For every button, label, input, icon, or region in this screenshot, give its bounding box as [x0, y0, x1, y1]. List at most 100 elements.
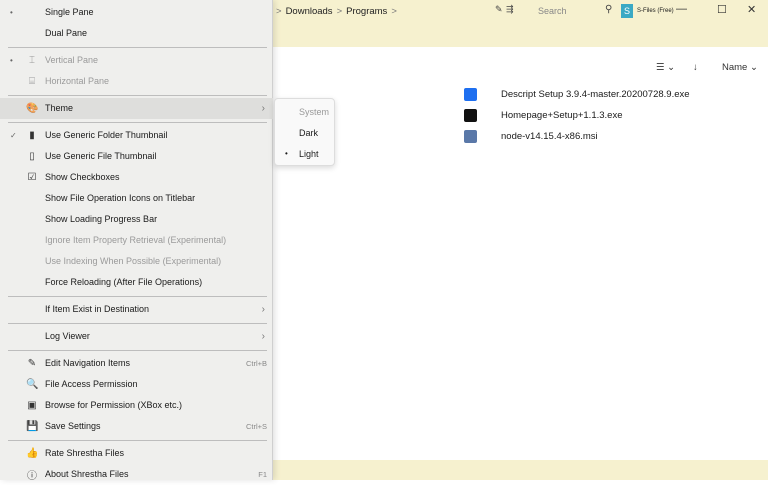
shortcut-label: Ctrl+S — [245, 421, 267, 431]
menu-item-use-indexing-when-possible-experimental[interactable]: Use Indexing When Possible (Experimental… — [0, 251, 273, 272]
breadcrumb-separator: > — [276, 6, 282, 17]
selected-dot-icon: • — [10, 55, 13, 65]
breadcrumb-separator: > — [336, 6, 343, 17]
menu-item-icon: ▣ — [27, 399, 37, 411]
search-icon[interactable]: ⚲ — [605, 4, 612, 15]
menu-item-label: Force Reloading (After File Operations) — [45, 277, 203, 287]
sort-direction-button[interactable]: ↓ — [693, 62, 698, 73]
shortcut-label: F1 — [258, 469, 267, 479]
maximize-button[interactable]: ☐ — [717, 3, 727, 16]
minimize-button[interactable]: — — [676, 3, 687, 15]
menu-item-edit-navigation-items[interactable]: ✎ Edit Navigation Items Ctrl+B — [0, 353, 273, 374]
menu-item-label: Horizontal Pane — [45, 76, 110, 86]
file-row[interactable]: Homepage+Setup+1.1.3.exe — [464, 109, 622, 122]
menu-item-label: Vertical Pane — [45, 55, 99, 65]
menu-separator — [8, 121, 267, 123]
menu-item-label: Use Indexing When Possible (Experimental… — [45, 256, 222, 266]
menu-item-vertical-pane[interactable]: • ⌶ Vertical Pane — [0, 50, 273, 71]
menu-item-icon: ⌶ — [29, 54, 35, 66]
edit-icon[interactable]: ✎ — [495, 4, 503, 15]
menu-item-horizontal-pane[interactable]: ⌸ Horizontal Pane — [0, 71, 273, 92]
menu-item-icon: ✎ — [27, 357, 37, 369]
menu-item-icon: ⓘ — [27, 470, 37, 482]
menu-item-ignore-item-property-retrieval-experimental[interactable]: Ignore Item Property Retrieval (Experime… — [0, 230, 273, 251]
theme-option-dark[interactable]: Dark — [275, 122, 336, 143]
menu-separator — [8, 322, 267, 324]
rename-icon[interactable]: ⇶ — [506, 4, 514, 15]
menu-separator — [8, 46, 267, 48]
menu-item-icon: ⌸ — [29, 75, 35, 87]
menu-item-label: Use Generic File Thumbnail — [45, 151, 157, 161]
file-row[interactable]: node-v14.15.4-x86.msi — [464, 130, 598, 143]
theme-option-label: Dark — [299, 127, 319, 138]
file-icon — [464, 109, 477, 122]
settings-menu: • Single Pane Dual Pane • ⌶ Vertical Pane ⌸ Hor… — [0, 0, 273, 482]
menu-item-theme[interactable]: 🎨 Theme › — [0, 97, 273, 119]
chevron-right-icon: › — [261, 330, 265, 342]
shortcut-label: Ctrl+B — [245, 358, 267, 368]
menu-item-force-reloading-after-file-operations[interactable]: Force Reloading (After File Operations) — [0, 272, 273, 293]
menu-item-if-item-exist-in-destination[interactable]: If Item Exist in Destination › — [0, 299, 273, 320]
menu-item-dual-pane[interactable]: Dual Pane — [0, 23, 273, 44]
theme-option-label: Light — [299, 148, 319, 159]
menu-item-label: Browse for Permission (XBox etc.) — [45, 400, 183, 410]
menu-item-rate-shrestha-files[interactable]: 👍 Rate Shrestha Files — [0, 443, 273, 464]
menu-item-single-pane[interactable]: • Single Pane — [0, 2, 273, 23]
menu-item-log-viewer[interactable]: Log Viewer › — [0, 326, 273, 347]
menu-item-label: Theme — [45, 103, 74, 113]
breadcrumb-separator: > — [391, 6, 397, 17]
menu-item-label: Edit Navigation Items — [45, 358, 131, 368]
menu-item-icon: 🔍 — [26, 378, 39, 390]
file-icon — [464, 130, 477, 143]
sort-label: Name — [722, 62, 748, 73]
menu-item-label: Show Checkboxes — [45, 172, 120, 182]
menu-item-label: Show Loading Progress Bar — [45, 214, 158, 224]
app-badge: S S-Files (Free) — [621, 4, 674, 18]
selected-dot-icon: • — [285, 149, 288, 158]
chevron-right-icon: › — [261, 303, 265, 315]
menu-item-file-access-permission[interactable]: 🔍 File Access Permission — [0, 374, 273, 395]
menu-separator — [8, 349, 267, 351]
sort-by-button[interactable]: Name ⌄ — [722, 62, 758, 73]
theme-option-system[interactable]: System — [275, 101, 336, 122]
checkmark-icon: ✓ — [10, 130, 17, 140]
menu-item-label: Log Viewer — [45, 331, 90, 341]
menu-item-label: Show File Operation Icons on Titlebar — [45, 193, 196, 203]
theme-option-label: System — [299, 106, 330, 117]
search-input[interactable]: Search — [538, 6, 567, 16]
menu-item-icon: 👍 — [26, 447, 39, 459]
file-name: node-v14.15.4-x86.msi — [501, 131, 598, 142]
breadcrumb-downloads[interactable]: Downloads — [286, 6, 333, 17]
menu-item-label: About Shrestha Files — [45, 469, 129, 479]
menu-item-show-loading-progress-bar[interactable]: Show Loading Progress Bar — [0, 209, 273, 230]
menu-item-label: Use Generic Folder Thumbnail — [45, 130, 168, 140]
menu-separator — [8, 439, 267, 441]
menu-item-label: Rate Shrestha Files — [45, 448, 125, 458]
menu-item-icon: ☑ — [27, 171, 37, 183]
app-name: S-Files (Free) — [637, 8, 674, 14]
menu-item-use-generic-folder-thumbnail[interactable]: ✓ ▮ Use Generic Folder Thumbnail — [0, 125, 273, 146]
menu-item-label: File Access Permission — [45, 379, 138, 389]
chevron-right-icon: › — [261, 102, 265, 114]
selected-dot-icon: • — [10, 7, 13, 17]
menu-item-icon: 💾 — [26, 420, 39, 432]
menu-item-show-checkboxes[interactable]: ☑ Show Checkboxes — [0, 167, 273, 188]
view-mode-button[interactable]: ☰ ⌄ — [656, 62, 675, 73]
menu-item-save-settings[interactable]: 💾 Save Settings Ctrl+S — [0, 416, 273, 437]
menu-item-browse-for-permission-xbox-etc[interactable]: ▣ Browse for Permission (XBox etc.) — [0, 395, 273, 416]
close-button[interactable]: ✕ — [747, 3, 756, 16]
menu-item-label: Single Pane — [45, 7, 94, 17]
app-logo-icon: S — [621, 4, 633, 18]
theme-submenu: System Dark • Light — [274, 98, 335, 166]
menu-item-label: Dual Pane — [45, 28, 88, 38]
menu-item-icon: ▯ — [29, 150, 35, 162]
menu-item-icon: 🎨 — [26, 102, 39, 114]
theme-option-light[interactable]: • Light — [275, 143, 336, 164]
menu-item-icon: ▮ — [29, 129, 35, 141]
menu-item-about-shrestha-files[interactable]: ⓘ About Shrestha Files F1 — [0, 464, 273, 485]
menu-item-use-generic-file-thumbnail[interactable]: ▯ Use Generic File Thumbnail — [0, 146, 273, 167]
menu-item-show-file-operation-icons-on-titlebar[interactable]: Show File Operation Icons on Titlebar — [0, 188, 273, 209]
file-row[interactable]: Descript Setup 3.9.4-master.20200728.9.e… — [464, 88, 690, 101]
menu-item-label: Ignore Item Property Retrieval (Experime… — [45, 235, 227, 245]
breadcrumb-programs[interactable]: Programs — [346, 6, 387, 17]
